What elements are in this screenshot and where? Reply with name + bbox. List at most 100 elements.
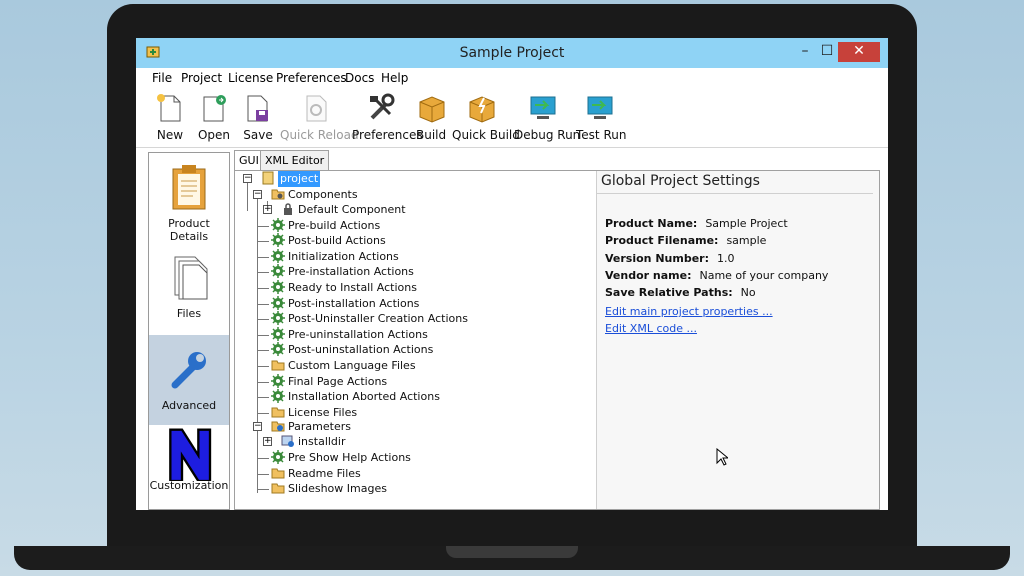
tree-node-label: Pre Show Help Actions xyxy=(288,451,411,464)
tree-node[interactable]: Readme Files xyxy=(257,466,361,482)
tree-connector xyxy=(257,458,269,459)
tree-node[interactable]: Post-installation Actions xyxy=(257,295,420,312)
property-value: No xyxy=(740,286,756,300)
sidebar-item-product-details[interactable]: Product Details xyxy=(149,153,229,243)
build-button[interactable]: Build xyxy=(416,92,446,142)
folder-icon xyxy=(271,483,285,494)
open-file-icon xyxy=(203,95,226,122)
wrench-icon xyxy=(171,352,206,389)
save-button[interactable]: Save xyxy=(240,92,276,142)
tree-connector xyxy=(257,288,269,289)
tree-node-label: Slideshow Images xyxy=(288,482,387,496)
tree-connector xyxy=(257,193,258,493)
tree-node-components[interactable]: Components xyxy=(271,187,358,203)
tree-node-label: Custom Language Files xyxy=(288,359,416,372)
properties-panel: Global Project Settings Product Name: Sam… xyxy=(597,171,879,509)
application-window: Sample Project – ☐ ✕ File Project Licens… xyxy=(136,38,888,510)
folder-gear-icon xyxy=(271,189,285,200)
property-key: Version Number: xyxy=(605,251,709,265)
tree-node-label: Post-installation Actions xyxy=(288,296,420,310)
tree-node[interactable]: Final Page Actions xyxy=(257,373,387,390)
tree-node[interactable]: Installation Aborted Actions xyxy=(257,389,440,405)
tree-node[interactable]: Post-uninstallation Actions xyxy=(257,342,434,358)
tree-node[interactable]: Post-build Actions xyxy=(257,233,386,249)
tab-xml-editor[interactable]: XML Editor xyxy=(260,150,330,170)
property-key: Product Name: xyxy=(605,217,698,230)
gear-icon xyxy=(271,233,285,248)
menu-help[interactable]: Help xyxy=(381,71,408,85)
sidebar-item-files[interactable]: Files xyxy=(149,243,229,333)
folder-icon xyxy=(271,468,285,479)
tree-node[interactable]: Pre-uninstallation Actions xyxy=(257,326,428,343)
quick-build-button[interactable]: Quick Build xyxy=(452,92,520,142)
menu-project[interactable]: Project xyxy=(181,71,222,85)
property-key: Product Filename: xyxy=(605,234,719,248)
tree-collapse-toggle[interactable]: − xyxy=(243,174,252,183)
tree-node[interactable]: Ready to Install Actions xyxy=(257,280,417,296)
title-bar[interactable]: Sample Project – ☐ ✕ xyxy=(136,38,888,68)
minimize-button[interactable]: – xyxy=(794,42,816,62)
parameter-icon xyxy=(281,435,294,447)
tree-connector xyxy=(257,412,269,414)
tree-collapse-toggle[interactable]: − xyxy=(253,422,262,431)
tree-connector xyxy=(257,334,269,336)
files-icon xyxy=(174,256,208,300)
tree-node-label: Pre-installation Actions xyxy=(288,265,414,279)
tree-node[interactable]: Pre-build Actions xyxy=(257,217,381,234)
tools-icon xyxy=(370,93,395,120)
project-tree[interactable]: − project − Components + Default Compone… xyxy=(235,171,597,509)
maximize-button[interactable]: ☐ xyxy=(816,42,838,62)
sidebar-item-customization[interactable]: Customization xyxy=(149,425,229,509)
properties-title: Global Project Settings xyxy=(601,173,760,189)
gear-icon xyxy=(271,248,285,263)
gear-icon xyxy=(271,280,285,294)
tree-node[interactable]: Pre Show Help Actions xyxy=(257,450,411,466)
close-button[interactable]: ✕ xyxy=(838,42,880,62)
tree-node[interactable]: Initialization Actions xyxy=(257,248,399,265)
tree-node[interactable]: Slideshow Images xyxy=(257,481,387,497)
tree-node-installdir[interactable]: installdir xyxy=(281,434,346,450)
edit-main-project-properties-link[interactable]: Edit main project properties ... xyxy=(605,305,773,318)
properties-divider xyxy=(597,193,873,194)
menu-bar: File Project License Preferences Docs He… xyxy=(136,68,888,88)
sidebar-item-advanced[interactable]: Advanced xyxy=(149,335,229,425)
tree-node[interactable]: Custom Language Files xyxy=(257,358,416,374)
tree-node[interactable]: Post-Uninstaller Creation Actions xyxy=(257,311,468,327)
component-lock-icon xyxy=(284,203,292,215)
menu-license[interactable]: License xyxy=(228,71,273,85)
edit-xml-code-link[interactable]: Edit XML code ... xyxy=(605,322,697,335)
property-key: Save Relative Paths: xyxy=(605,286,733,300)
tree-node-parameters[interactable]: Parameters xyxy=(271,419,351,435)
tree-node-label: Post-build Actions xyxy=(288,234,386,248)
menu-preferences[interactable]: Preferences xyxy=(276,71,347,85)
menu-docs[interactable]: Docs xyxy=(345,71,374,85)
open-button[interactable]: Open xyxy=(196,92,232,142)
new-file-icon xyxy=(157,94,181,122)
property-value: 1.0 xyxy=(717,251,735,265)
property-key: Vendor name: xyxy=(605,268,692,282)
preferences-button[interactable]: Preferences xyxy=(352,92,423,142)
property-value: Sample Project xyxy=(705,217,788,230)
tree-connector xyxy=(257,319,269,321)
tree-expand-toggle[interactable]: + xyxy=(263,205,272,214)
test-run-button[interactable]: Test Run xyxy=(576,92,626,142)
menu-file[interactable]: File xyxy=(152,71,172,85)
property-value: sample xyxy=(726,234,767,248)
tree-connector xyxy=(257,350,269,352)
tree-node-project[interactable]: project xyxy=(261,171,321,187)
debug-run-icon xyxy=(530,96,556,119)
tree-node[interactable]: Pre-installation Actions xyxy=(257,264,414,280)
tree-node-label: Post-uninstallation Actions xyxy=(288,343,434,357)
quick-reload-button[interactable]: Quick Reload xyxy=(280,92,359,142)
gear-icon xyxy=(271,217,285,232)
property-row: Product Name: Sample Project xyxy=(605,217,788,230)
tree-node-label: Pre-build Actions xyxy=(288,218,381,232)
tree-expand-toggle[interactable]: + xyxy=(263,437,272,446)
tree-node-default-component[interactable]: Default Component xyxy=(281,202,406,218)
gear-icon xyxy=(271,295,285,310)
gear-icon xyxy=(271,326,285,341)
build-box-icon xyxy=(419,96,445,123)
debug-run-button[interactable]: Debug Run xyxy=(514,92,580,142)
tree-collapse-toggle[interactable]: − xyxy=(253,190,262,199)
new-button[interactable]: New xyxy=(152,92,188,142)
